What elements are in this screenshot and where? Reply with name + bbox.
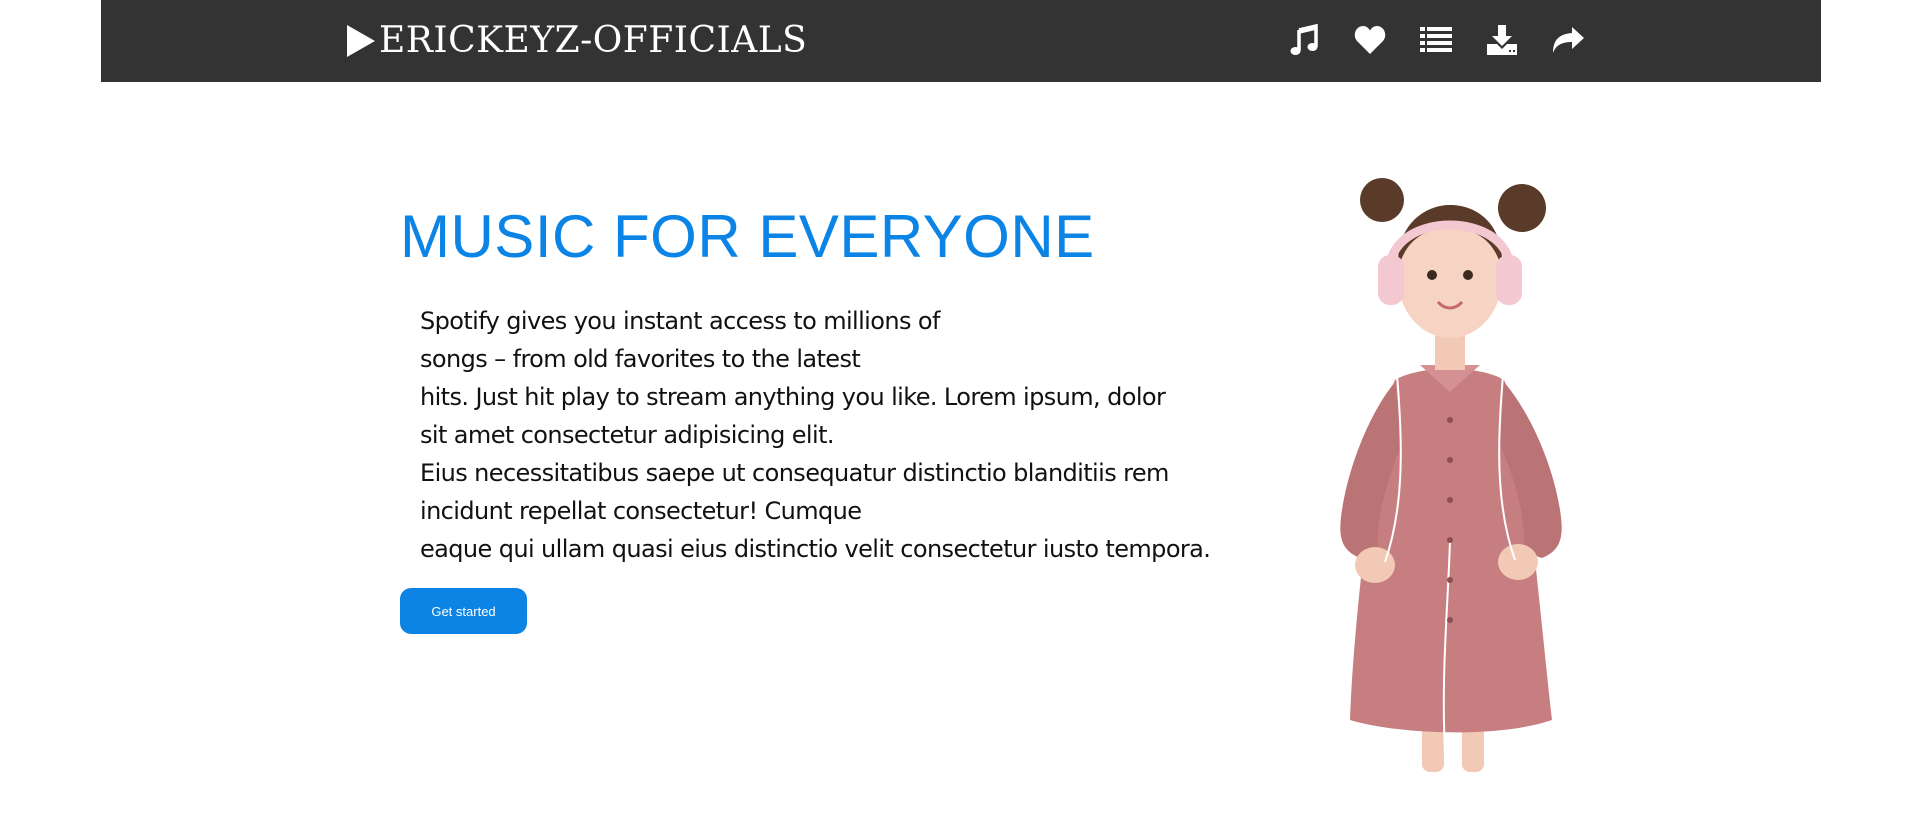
nav-icon-bar xyxy=(1271,20,1601,60)
heart-icon xyxy=(1354,26,1386,54)
hero-line: Spotify gives you instant access to mill… xyxy=(420,307,940,335)
top-navbar: ERICKEYZ-OFFICIALS xyxy=(101,0,1821,82)
list-icon xyxy=(1420,27,1452,52)
download-icon xyxy=(1487,25,1517,55)
favorites-nav-button[interactable] xyxy=(1337,20,1403,60)
hero-description: Spotify gives you instant access to mill… xyxy=(420,302,1300,568)
get-started-button[interactable]: Get started xyxy=(400,588,527,634)
hero-section: MUSIC FOR EVERYONE Spotify gives you ins… xyxy=(0,82,1920,817)
playlist-nav-button[interactable] xyxy=(1403,20,1469,60)
hero-line: Eius necessitatibus saepe ut consequatur… xyxy=(420,459,1169,487)
music-nav-button[interactable] xyxy=(1271,20,1337,60)
hero-line: eaque qui ullam quasi eius distinctio ve… xyxy=(420,535,1211,563)
girl-with-headphones-image xyxy=(1340,178,1562,772)
download-nav-button[interactable] xyxy=(1469,20,1535,60)
play-triangle-icon xyxy=(347,25,375,57)
hero-line: hits. Just hit play to stream anything y… xyxy=(420,383,1166,411)
brand-link[interactable]: ERICKEYZ-OFFICIALS xyxy=(345,18,807,64)
brand-name: ERICKEYZ-OFFICIALS xyxy=(379,20,808,61)
hero-line: songs – from old favorites to the latest xyxy=(420,345,861,373)
hero-title: MUSIC FOR EVERYONE xyxy=(400,203,1095,270)
hero-line: incidunt repellat consectetur! Cumque xyxy=(420,497,862,525)
share-arrow-icon xyxy=(1553,27,1584,53)
hero-line: sit amet consectetur adipisicing elit. xyxy=(420,421,835,449)
music-note-icon xyxy=(1290,24,1318,55)
share-nav-button[interactable] xyxy=(1535,20,1601,60)
